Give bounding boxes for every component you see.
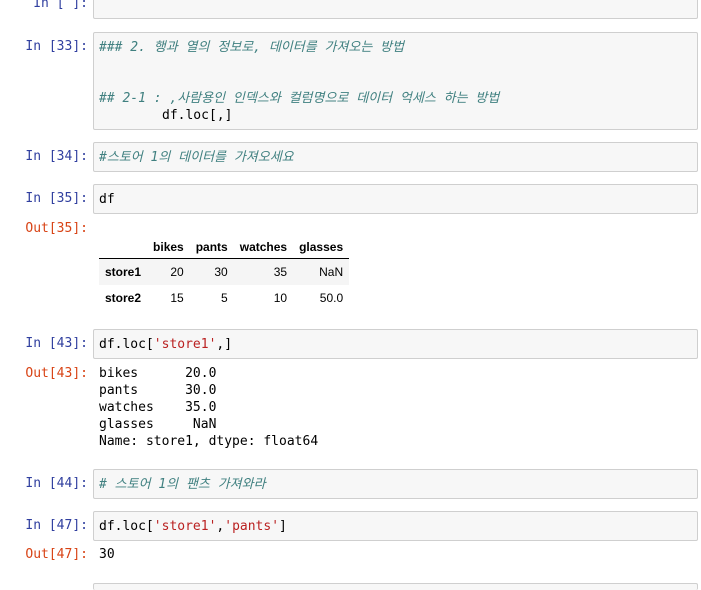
cell-prompt: In [ ]: <box>33 0 88 11</box>
column-header: pants <box>189 236 234 259</box>
table-row: store1 20 30 35 NaN <box>99 258 350 285</box>
cell-prompt: In [43]: <box>25 336 88 351</box>
cell-prompt: In [34]: <box>25 149 88 164</box>
code-token: ] <box>279 519 287 534</box>
column-header: watches <box>233 236 294 259</box>
column-header: glasses <box>293 236 350 259</box>
code-line: df <box>99 192 115 207</box>
code-comment: ## 2-1 : ,사람용인 인덱스와 컬럼명으로 데이터 억세스 하는 방법 <box>99 91 500 106</box>
code-cell-next[interactable] <box>93 583 698 590</box>
table-cell: 15 <box>170 291 184 305</box>
output-line: glasses NaN <box>99 417 217 432</box>
code-cell-44[interactable]: # 스토어 1의 팬츠 가져와라 <box>93 469 698 499</box>
output-prompt: Out[47]: <box>25 547 88 562</box>
table-cell: NaN <box>319 265 344 279</box>
code-line: df.loc['store1','pants'] <box>99 518 287 535</box>
code-string: 'store1' <box>153 519 217 534</box>
table-corner <box>99 236 148 259</box>
table-cell: 5 <box>221 291 228 305</box>
table-cell: 10 <box>273 291 288 305</box>
output-prompt: Out[35]: <box>25 221 88 236</box>
row-index: store2 <box>105 291 142 305</box>
code-cell-47[interactable]: df.loc['store1','pants'] <box>93 511 698 541</box>
output-line: pants 30.0 <box>99 383 217 398</box>
output-prompt: Out[43]: <box>25 366 88 381</box>
table-cell: 50.0 <box>319 291 344 305</box>
code-line: df.loc['store1',] <box>99 336 232 353</box>
code-cell-43[interactable]: df.loc['store1',] <box>93 329 698 359</box>
output-line: Name: store1, dtype: float64 <box>99 434 319 449</box>
code-line: df.loc[,] <box>162 108 233 123</box>
row-index: store1 <box>105 265 142 279</box>
cell-prompt: In [33]: <box>25 39 88 54</box>
code-string: 'store1' <box>153 337 217 352</box>
cell-prompt: In [35]: <box>25 191 88 206</box>
table-cell: 35 <box>273 265 288 279</box>
code-comment: ### 2. 행과 열의 정보로, 데이터를 가져오는 방법 <box>99 40 405 55</box>
code-cell-34[interactable]: #스토어 1의 데이터를 가져오세요 <box>93 142 698 172</box>
cell-prompt: In [44]: <box>25 476 88 491</box>
code-cell-empty[interactable] <box>93 0 698 19</box>
code-token: df.loc[ <box>99 519 154 534</box>
table-row: store2 15 5 10 50.0 <box>99 285 349 311</box>
code-comment: #스토어 1의 데이터를 가져오세요 <box>99 150 294 165</box>
output-line: 30 <box>99 547 115 562</box>
table-cell: 30 <box>214 265 228 279</box>
table-cell: 20 <box>170 265 184 279</box>
code-token: df.loc[ <box>99 337 154 352</box>
code-cell-33[interactable]: ### 2. 행과 열의 정보로, 데이터를 가져오는 방법 ## 2-1 : … <box>93 32 698 130</box>
table-header-row: bikes pants watches glasses <box>99 236 350 259</box>
code-token: ,] <box>216 337 233 352</box>
dataframe-table: bikes pants watches glasses store1 20 30… <box>99 236 350 311</box>
column-header: bikes <box>147 236 190 259</box>
output-line: watches 35.0 <box>99 400 217 415</box>
code-comment: # 스토어 1의 팬츠 가져와라 <box>99 477 266 492</box>
code-cell-35[interactable]: df <box>93 184 698 214</box>
cell-prompt: In [47]: <box>25 518 88 533</box>
output-line: bikes 20.0 <box>99 366 217 381</box>
code-string: 'pants' <box>224 519 280 534</box>
